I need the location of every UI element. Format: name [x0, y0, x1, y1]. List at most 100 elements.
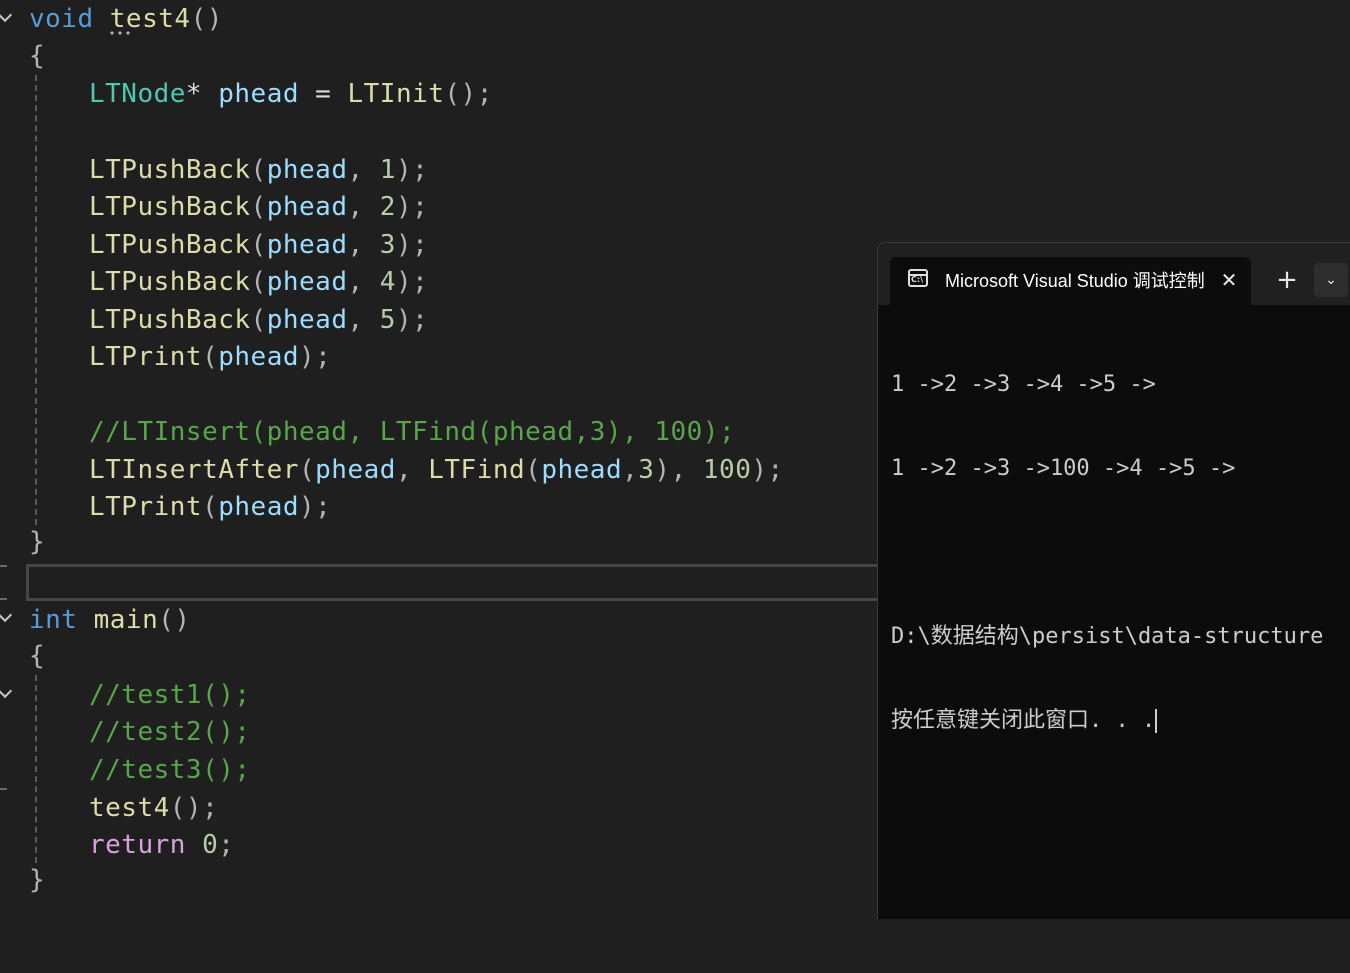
code-line: //LTInsert(phead, LTFind(phead,3), 100);: [0, 414, 735, 451]
variable: phead: [266, 230, 348, 260]
code-line: //test3();: [0, 752, 250, 789]
code-line: LTNode* phead = LTInit();: [0, 76, 492, 113]
comment: //test1();: [89, 680, 251, 710]
variable: phead: [218, 79, 300, 109]
text-cursor: [1155, 709, 1158, 733]
keyword: return: [89, 830, 186, 860]
brace: {: [29, 41, 46, 71]
number-literal: 2: [379, 192, 396, 222]
tab-title: Microsoft Visual Studio 调试控制台: [945, 271, 1205, 291]
output-line: 1 ->2 ->3 ->4 ->5 ->: [891, 372, 1156, 397]
punctuation: (: [250, 230, 267, 260]
punctuation: );: [395, 267, 429, 297]
punctuation: );: [299, 342, 332, 372]
code-line: {: [0, 38, 65, 75]
punctuation: );: [395, 155, 429, 185]
code-line: LTPrint(phead);: [0, 339, 331, 376]
variable: phead: [266, 305, 348, 335]
brace: }: [29, 865, 46, 895]
number-literal: 4: [379, 267, 396, 297]
punctuation: (: [525, 455, 542, 485]
debug-console-window[interactable]: C:\ Microsoft Visual Studio 调试控制台 ✕ + ⌄ …: [877, 242, 1350, 919]
operator: *: [185, 79, 203, 109]
code-line: //test1();: [0, 677, 250, 714]
punctuation: ,: [347, 230, 380, 260]
code-line: return 0;: [0, 827, 234, 864]
number-literal: 3: [638, 455, 655, 485]
punctuation: (: [202, 342, 219, 372]
brace: }: [29, 527, 46, 557]
code-line: }: [0, 862, 65, 899]
punctuation: (: [250, 267, 267, 297]
function-name: LTFind: [428, 455, 526, 485]
punctuation: ;: [218, 830, 235, 860]
prompt-text: 按任意键关闭此窗口. . .: [891, 708, 1156, 733]
console-output[interactable]: 1 ->2 ->3 ->4 ->5 -> 1 ->2 ->3 ->100 ->4…: [891, 315, 1323, 791]
number-literal: 1: [379, 155, 396, 185]
keyword: int: [29, 605, 78, 635]
number-literal: 0: [202, 830, 219, 860]
number-literal: 3: [379, 230, 396, 260]
punctuation: ),: [654, 455, 703, 485]
brace: {: [29, 641, 46, 671]
punctuation: (: [202, 492, 219, 522]
terminal-titlebar[interactable]: C:\ Microsoft Visual Studio 调试控制台 ✕ + ⌄: [878, 243, 1350, 305]
function-name: main: [93, 605, 159, 635]
punctuation: ();: [169, 793, 219, 823]
code-line: test4();: [0, 790, 218, 827]
punctuation: );: [395, 230, 429, 260]
punctuation: ();: [444, 79, 493, 109]
output-line-prompt: 按任意键关闭此窗口. . .: [891, 707, 1323, 735]
punctuation: );: [299, 492, 332, 522]
number-literal: 5: [379, 305, 396, 335]
variable: phead: [218, 342, 300, 372]
punctuation: ,: [347, 192, 380, 222]
function-name: LTInit: [347, 79, 445, 109]
punctuation: );: [751, 455, 784, 485]
code-hint-dots: [108, 31, 134, 35]
chevron-down-icon[interactable]: ⌄: [1314, 263, 1348, 297]
punctuation: ,: [347, 267, 380, 297]
function-name: LTPrint: [89, 342, 203, 372]
type-name: LTNode: [89, 79, 186, 109]
variable: phead: [218, 492, 300, 522]
number-literal: 100: [702, 455, 752, 485]
function-name: LTPushBack: [89, 230, 251, 260]
code-line: LTPushBack(phead, 1);: [0, 152, 428, 189]
new-tab-button[interactable]: +: [1272, 265, 1302, 295]
variable: phead: [541, 455, 623, 485]
punctuation: (): [190, 4, 223, 34]
close-icon[interactable]: ✕: [1214, 265, 1244, 295]
function-name: test4: [109, 4, 191, 34]
current-line-highlight: [26, 564, 929, 601]
console-icon: C:\: [908, 269, 928, 287]
punctuation: (: [250, 155, 267, 185]
comment: //test3();: [89, 755, 251, 785]
function-name: LTPrint: [89, 492, 203, 522]
comment: //LTInsert(phead, LTFind(phead,3), 100);: [89, 417, 736, 447]
code-line: {: [0, 638, 65, 675]
code-line: LTInsertAfter(phead, LTFind(phead,3), 10…: [0, 452, 783, 489]
code-line: int main(): [0, 602, 190, 639]
comment: //test2();: [89, 717, 251, 747]
terminal-tab[interactable]: C:\ Microsoft Visual Studio 调试控制台 ✕: [890, 257, 1251, 305]
function-name: LTPushBack: [89, 305, 251, 335]
punctuation: ,: [347, 155, 380, 185]
punctuation: (: [250, 305, 267, 335]
console-icon-label: C:\: [911, 275, 923, 284]
punctuation: ,: [395, 455, 429, 485]
function-name: LTInsertAfter: [89, 455, 299, 485]
variable: phead: [266, 267, 348, 297]
function-name: LTPushBack: [89, 155, 251, 185]
code-line: }: [0, 524, 65, 561]
function-name: test4: [89, 793, 170, 823]
punctuation: (: [299, 455, 316, 485]
code-line: LTPushBack(phead, 5);: [0, 302, 428, 339]
punctuation: ,: [622, 455, 639, 485]
code-line: LTPushBack(phead, 4);: [0, 264, 428, 301]
punctuation: (): [158, 605, 191, 635]
code-line: LTPushBack(phead, 2);: [0, 189, 428, 226]
variable: phead: [315, 455, 396, 485]
variable: phead: [266, 155, 348, 185]
